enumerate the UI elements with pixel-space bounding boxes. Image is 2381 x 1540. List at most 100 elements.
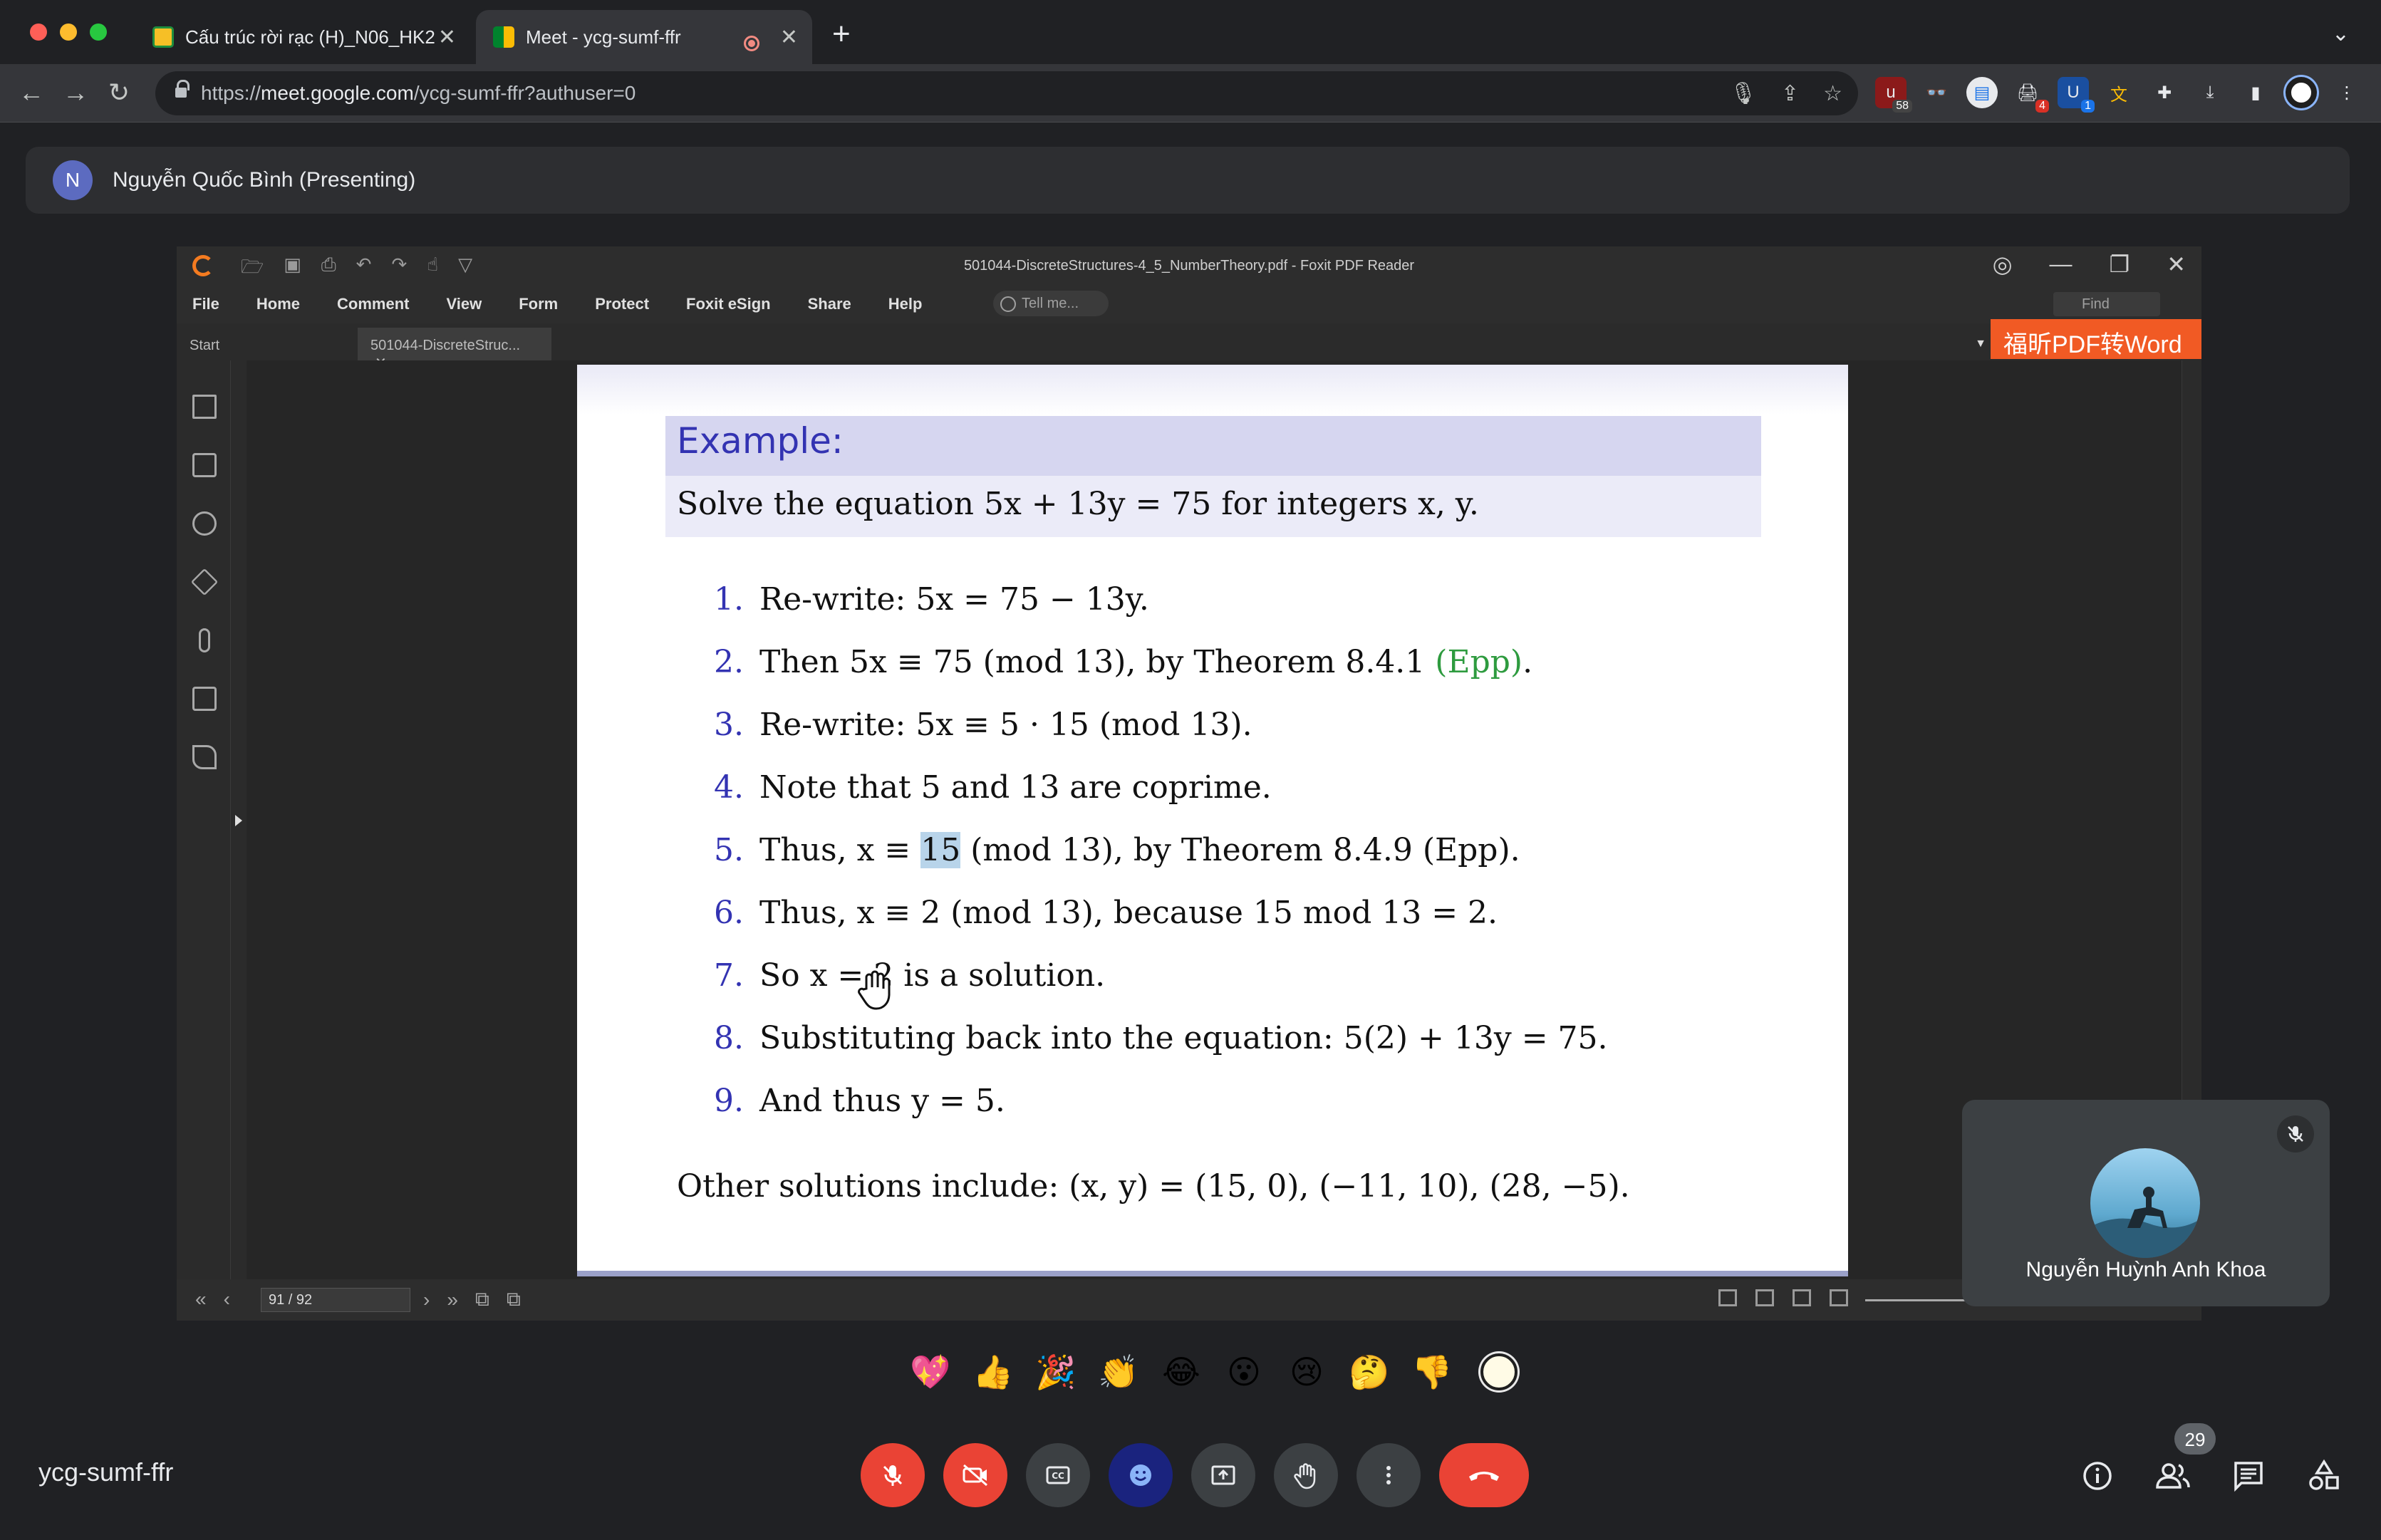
back-icon[interactable]: ← [19, 78, 44, 107]
menu-share[interactable]: Share [808, 295, 851, 313]
reaction-sparkling-heart[interactable]: 💖 [909, 1351, 952, 1393]
address-bar[interactable]: https://meet.google.com/ycg-sumf-ffr?aut… [155, 71, 1858, 115]
step-number: 7. [714, 957, 744, 994]
step-text-part: . [1523, 644, 1533, 680]
leave-call-button[interactable] [1439, 1443, 1529, 1507]
close-icon[interactable]: ✕ [2167, 251, 2186, 278]
text-selection-highlight[interactable]: 15 [920, 832, 961, 868]
menu-help[interactable]: Help [888, 295, 923, 313]
menu-comment[interactable]: Comment [337, 295, 409, 313]
mic-off-icon [883, 1465, 903, 1486]
pdf-to-word-button[interactable]: 福昕PDF转Word [1991, 319, 2201, 359]
present-screen-button[interactable] [1191, 1443, 1255, 1507]
restore-icon[interactable]: ❐ [2110, 251, 2130, 278]
more-options-button[interactable] [1357, 1443, 1421, 1507]
reaction-clapping-hands[interactable]: 👏 [1097, 1351, 1140, 1393]
sidebar-toggle[interactable] [231, 360, 247, 1279]
menu-protect[interactable]: Protect [595, 295, 649, 313]
profile-avatar-icon[interactable] [2286, 77, 2317, 108]
microphone-icon[interactable]: 🎙 [1730, 81, 1757, 106]
new-tab-icon[interactable]: + [832, 19, 851, 50]
reaction-thumbs-up[interactable]: 👍 [972, 1351, 1015, 1393]
bookmark-icon[interactable] [192, 395, 217, 419]
epp-citation-link[interactable]: (Epp) [1435, 644, 1523, 680]
chrome-menu-icon[interactable]: ⋮ [2331, 77, 2362, 108]
menu-file[interactable]: File [192, 295, 219, 313]
printer-extension-icon[interactable]: 🖨 4 [2012, 77, 2049, 113]
close-window-button[interactable] [30, 24, 47, 41]
menu-home[interactable]: Home [256, 295, 300, 313]
recording-icon [744, 36, 759, 51]
reaction-surprised[interactable]: 😮 [1223, 1351, 1265, 1393]
chevron-down-icon[interactable]: ▼ [1975, 338, 1986, 350]
people-button[interactable] [2152, 1455, 2194, 1497]
camera-toggle-button[interactable] [943, 1443, 1007, 1507]
bookmark-star-icon[interactable]: ☆ [1823, 81, 1842, 106]
tell-me-search[interactable]: Tell me... [993, 291, 1109, 316]
minimize-icon[interactable]: — [2050, 251, 2073, 278]
step-text: Thus, x ≡ 2 (mod 13), because 15 mod 13 … [759, 895, 1498, 931]
side-panel-icon[interactable]: ▮ [2240, 77, 2271, 108]
raise-hand-button[interactable] [1274, 1443, 1338, 1507]
browser-tab-meet[interactable]: Meet - ycg-sumf-ffr ✕ [476, 10, 812, 64]
captions-button[interactable]: CC [1026, 1443, 1090, 1507]
send-reaction-button[interactable] [1109, 1443, 1173, 1507]
reaction-tears-of-joy[interactable]: 😂 [1160, 1351, 1203, 1393]
maximize-window-button[interactable] [90, 24, 107, 41]
shield-extension-icon[interactable]: U1 [2058, 77, 2095, 113]
reaction-crying[interactable]: 😢 [1285, 1351, 1328, 1393]
pages-icon[interactable] [192, 453, 217, 477]
chat-button[interactable] [2227, 1455, 2270, 1497]
find-input[interactable]: Find [2053, 292, 2160, 316]
reaction-party-popper[interactable]: 🎉 [1034, 1351, 1077, 1393]
browser-tab-classroom[interactable]: Cấu trúc rời rạc (H)_N06_HK2 ✕ [135, 10, 470, 64]
download-icon[interactable]: ⤓ [2194, 77, 2226, 108]
spy-extension-icon[interactable]: 👓 [1921, 77, 1952, 108]
extensions-puzzle-icon[interactable]: ✚ [2149, 77, 2180, 108]
page-number-field[interactable]: 91 / 92 [261, 1288, 410, 1312]
close-tab-icon[interactable]: ✕ [780, 25, 798, 50]
tab-search-icon[interactable]: ⌄ [2332, 21, 2350, 46]
first-page-icon[interactable]: « [195, 1288, 207, 1311]
signature-icon[interactable] [192, 745, 217, 769]
continuous-facing-view-icon[interactable] [1830, 1289, 1848, 1306]
skin-tone-selector[interactable] [1480, 1353, 1518, 1390]
reaction-thumbs-down[interactable]: 👎 [1411, 1351, 1453, 1393]
share-icon[interactable]: ⇪ [1781, 81, 1799, 106]
translate-page-extension-icon[interactable]: ▤ [1966, 77, 1998, 108]
microphone-toggle-button[interactable] [861, 1443, 925, 1507]
copy-page-icon[interactable]: ⧉ [475, 1288, 489, 1311]
minimize-window-button[interactable] [60, 24, 77, 41]
account-icon[interactable]: ◎ [1993, 251, 2013, 278]
activities-button[interactable] [2303, 1455, 2345, 1497]
svg-text:CC: CC [1052, 1471, 1064, 1481]
layers-icon[interactable] [190, 568, 219, 596]
security-lock-icon[interactable] [192, 687, 217, 711]
menu-form[interactable]: Form [519, 295, 558, 313]
comments-icon[interactable] [192, 511, 217, 536]
page-layout-icon[interactable]: ⧉ [507, 1288, 521, 1311]
menu-view[interactable]: View [446, 295, 482, 313]
last-page-icon[interactable]: » [447, 1289, 458, 1311]
reaction-thinking[interactable]: 🤔 [1348, 1351, 1391, 1393]
previous-page-icon[interactable]: ‹ [224, 1288, 230, 1311]
attachment-icon[interactable] [199, 628, 210, 652]
single-page-view-icon[interactable] [1718, 1289, 1737, 1306]
ublock-extension-icon[interactable]: u 58 [1875, 77, 1912, 113]
menu-foxit-esign[interactable]: Foxit eSign [686, 295, 771, 313]
tab-document[interactable]: 501044-DiscreteStruc... ✕ [358, 328, 551, 371]
tab-start[interactable]: Start [177, 328, 352, 360]
address-bar-actions: 🎙 ⇪ ☆ [1730, 81, 1842, 106]
reload-icon[interactable]: ↻ [108, 78, 130, 107]
forward-icon[interactable]: → [63, 78, 88, 107]
continuous-view-icon[interactable] [1755, 1289, 1774, 1306]
meeting-code: ycg-sumf-ffr [38, 1457, 174, 1487]
zoom-slider[interactable] [1865, 1299, 1972, 1301]
next-page-icon[interactable]: › [423, 1289, 430, 1311]
participant-tile[interactable]: Nguyễn Huỳnh Anh Khoa [1962, 1100, 2330, 1306]
facing-view-icon[interactable] [1793, 1289, 1811, 1306]
screen: { "browser": { "tabs": [ {"title": "Cấu … [0, 0, 2381, 1540]
meeting-details-button[interactable] [2076, 1455, 2119, 1497]
close-tab-icon[interactable]: ✕ [438, 25, 456, 50]
translate-icon[interactable]: 文 [2103, 77, 2134, 108]
